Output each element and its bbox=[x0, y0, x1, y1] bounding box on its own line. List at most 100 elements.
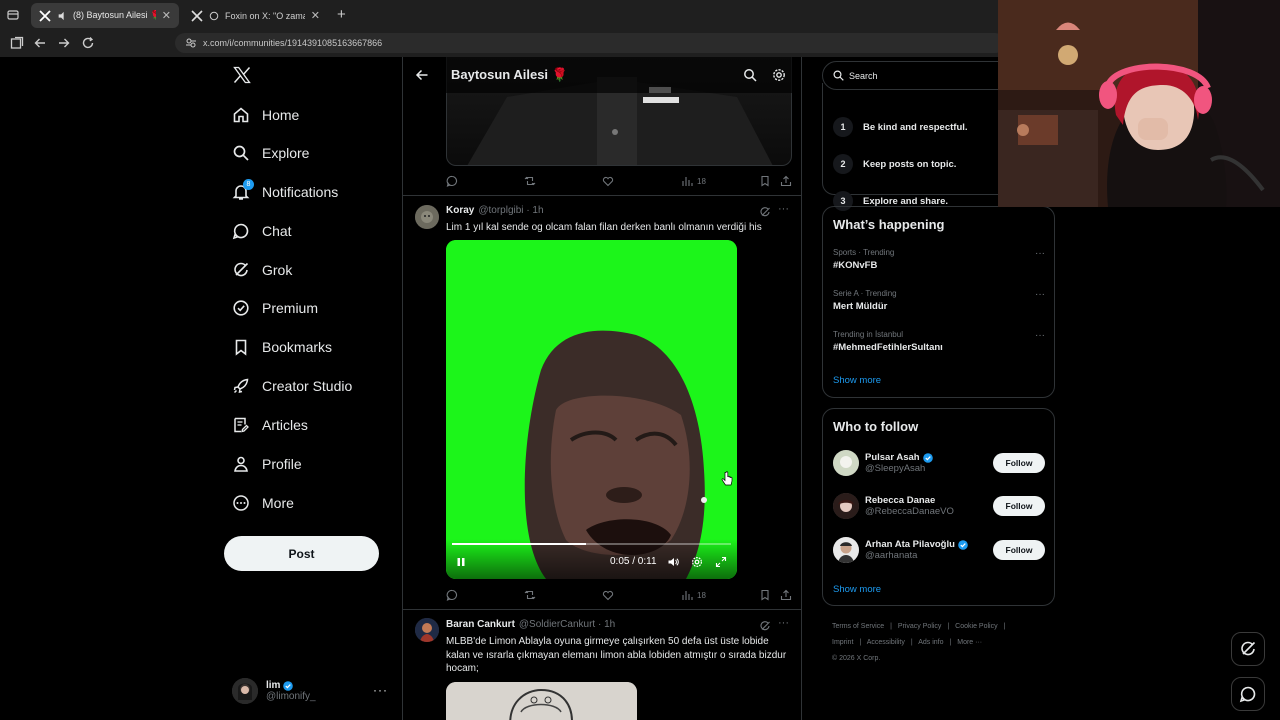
bookmark-button[interactable] bbox=[759, 175, 775, 187]
post-time[interactable]: · 1h bbox=[598, 619, 615, 630]
footer-link[interactable]: Imprint bbox=[832, 639, 853, 646]
tab-community[interactable]: (8) Baytosun Ailesi 🌹 Comm ✕ bbox=[31, 3, 179, 28]
more-options-icon[interactable]: ··· bbox=[778, 203, 789, 215]
post-button[interactable]: Post bbox=[224, 536, 379, 571]
follow-suggestion[interactable]: Pulsar Asah @SleepyAsah Follow bbox=[833, 448, 1045, 478]
grok-icon[interactable] bbox=[759, 620, 771, 632]
follow-button[interactable]: Follow bbox=[993, 453, 1045, 473]
nav-more[interactable]: More bbox=[232, 488, 294, 518]
site-info-icon[interactable] bbox=[185, 37, 197, 49]
views-button[interactable]: 18 bbox=[681, 175, 706, 187]
footer-link[interactable]: Accessibility bbox=[867, 639, 905, 646]
author-name[interactable]: Koray bbox=[446, 205, 474, 216]
back-arrow-icon[interactable] bbox=[415, 68, 429, 82]
trend-item[interactable]: Trending in İstanbul #MehmedFetihlerSult… bbox=[833, 330, 1045, 353]
pause-icon[interactable] bbox=[455, 556, 467, 568]
post-time[interactable]: · 1h bbox=[526, 205, 543, 216]
video-settings-icon[interactable] bbox=[691, 556, 703, 568]
nav-chat[interactable]: Chat bbox=[232, 216, 292, 246]
video-time: 0:05 / 0:11 bbox=[610, 556, 657, 567]
reply-button[interactable] bbox=[446, 175, 462, 187]
repost-button[interactable] bbox=[524, 589, 540, 601]
repost-button[interactable] bbox=[524, 175, 540, 187]
volume-icon[interactable] bbox=[667, 556, 679, 568]
nav-profile[interactable]: Profile bbox=[232, 449, 302, 479]
more-options-icon[interactable]: ··· bbox=[778, 617, 789, 629]
footer-link[interactable]: Ads info bbox=[918, 639, 943, 646]
author-name[interactable]: Baran Cankurt bbox=[446, 619, 515, 630]
author-handle[interactable]: @SoldierCankurt bbox=[519, 619, 595, 630]
reply-button[interactable] bbox=[446, 589, 462, 601]
video-progress-bar[interactable] bbox=[452, 543, 731, 545]
nav-explore[interactable]: Explore bbox=[232, 138, 309, 168]
footer-link[interactable]: Terms of Service bbox=[832, 623, 884, 630]
share-button[interactable] bbox=[780, 175, 796, 187]
community-header: Baytosun Ailesi 🌹 bbox=[403, 57, 801, 93]
footer-link[interactable]: More ··· bbox=[957, 639, 982, 646]
follow-suggestion[interactable]: Arhan Ata Pilavoğlu @aarhanata Follow bbox=[833, 535, 1045, 565]
nav-articles[interactable]: Articles bbox=[232, 410, 308, 440]
nav-grok[interactable]: Grok bbox=[232, 255, 292, 285]
messages-fab-button[interactable] bbox=[1231, 677, 1265, 711]
avatar[interactable] bbox=[833, 450, 859, 476]
account-more-icon[interactable]: ··· bbox=[373, 683, 388, 697]
address-bar[interactable]: x.com/i/communities/1914391085163667866 bbox=[175, 33, 1005, 53]
show-more-link[interactable]: Show more bbox=[833, 584, 881, 595]
nav-premium[interactable]: Premium bbox=[232, 293, 318, 323]
nav-label: Grok bbox=[262, 262, 293, 278]
share-button[interactable] bbox=[780, 589, 796, 601]
follow-button[interactable]: Follow bbox=[993, 540, 1045, 560]
footer-link[interactable]: Cookie Policy bbox=[955, 623, 997, 630]
follow-button[interactable]: Follow bbox=[993, 496, 1045, 516]
section-title: Who to follow bbox=[833, 419, 919, 434]
avatar[interactable] bbox=[415, 205, 439, 229]
speaker-icon[interactable] bbox=[57, 11, 67, 21]
trend-more-icon[interactable]: ··· bbox=[1035, 248, 1045, 259]
trend-more-icon[interactable]: ··· bbox=[1035, 289, 1045, 300]
tab-title: (8) Baytosun Ailesi 🌹 Comm bbox=[73, 10, 156, 20]
tab-actions-icon[interactable] bbox=[7, 9, 19, 21]
nav-label: Creator Studio bbox=[262, 378, 353, 394]
avatar[interactable] bbox=[415, 618, 439, 642]
author-handle[interactable]: @torplgibi bbox=[478, 205, 523, 216]
show-more-link[interactable]: Show more bbox=[833, 375, 881, 386]
video-player[interactable]: 0:05 / 0:11 bbox=[446, 240, 737, 579]
like-button[interactable] bbox=[602, 175, 618, 187]
x-logo-icon[interactable] bbox=[232, 65, 252, 85]
gear-icon[interactable] bbox=[772, 68, 786, 82]
rule-number: 2 bbox=[833, 154, 853, 174]
bell-icon: 8 bbox=[232, 179, 254, 201]
like-button[interactable] bbox=[602, 589, 618, 601]
avatar[interactable] bbox=[833, 537, 859, 563]
sidebar-toggle-icon[interactable] bbox=[10, 36, 24, 50]
account-switcher[interactable]: lim @limonify_ ··· bbox=[232, 673, 402, 709]
post-media[interactable] bbox=[446, 682, 637, 720]
avatar[interactable] bbox=[833, 493, 859, 519]
nav-home[interactable]: Home bbox=[232, 100, 299, 130]
nav-bookmarks[interactable]: Bookmarks bbox=[232, 332, 332, 362]
nav-label: Notifications bbox=[262, 184, 339, 200]
views-button[interactable]: 18 bbox=[681, 589, 706, 601]
nav-notifications[interactable]: 8 Notifications bbox=[232, 177, 338, 207]
video-progress-fill bbox=[452, 543, 586, 545]
grok-fab-button[interactable] bbox=[1231, 632, 1265, 666]
close-tab-icon[interactable]: ✕ bbox=[162, 9, 171, 22]
follow-suggestion[interactable]: Rebecca Danae @RebeccaDanaeVO Follow bbox=[833, 491, 1045, 521]
fullscreen-icon[interactable] bbox=[715, 556, 727, 568]
trend-more-icon[interactable]: ··· bbox=[1035, 330, 1045, 341]
trend-item[interactable]: Serie A · Trending Mert Müldür ··· bbox=[833, 289, 1045, 312]
trend-item[interactable]: Sports · Trending #KONvFB ··· bbox=[833, 248, 1045, 271]
back-icon[interactable] bbox=[33, 36, 47, 50]
tab-foxin[interactable]: Foxin on X: "O zaman başk ✕ bbox=[183, 3, 328, 28]
footer-link[interactable]: Privacy Policy bbox=[898, 623, 942, 630]
new-tab-button[interactable]: + bbox=[337, 6, 346, 23]
account-name: lim bbox=[266, 680, 281, 691]
search-icon[interactable] bbox=[743, 68, 757, 82]
footer-separator: | bbox=[890, 623, 892, 630]
close-tab-icon[interactable]: ✕ bbox=[311, 9, 320, 22]
bookmark-button[interactable] bbox=[759, 589, 775, 601]
reload-icon[interactable] bbox=[81, 36, 95, 50]
forward-icon[interactable] bbox=[57, 36, 71, 50]
nav-creator-studio[interactable]: Creator Studio bbox=[232, 371, 352, 401]
grok-icon[interactable] bbox=[759, 206, 771, 218]
